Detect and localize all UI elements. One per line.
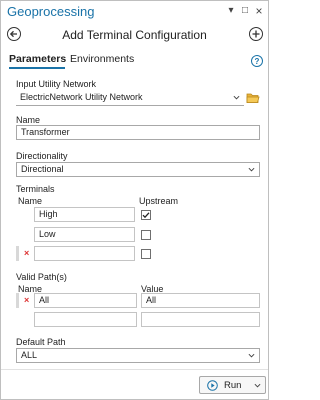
chevron-down-icon — [233, 95, 240, 100]
geoprocessing-pane: Geoprocessing ▾ □ × Add Terminal Configu… — [0, 0, 269, 400]
footer-divider — [1, 369, 268, 370]
terminals-col-name: Name — [18, 196, 43, 206]
run-label: Run — [224, 379, 242, 391]
row-grip — [16, 293, 19, 308]
run-button[interactable]: Run — [199, 376, 266, 394]
terminal-name-input[interactable]: High — [34, 207, 135, 222]
directionality-value: Directional — [21, 164, 64, 174]
name-label: Name — [16, 115, 41, 125]
terminal-upstream-checkbox[interactable] — [141, 249, 151, 259]
terminal-upstream-checkbox[interactable] — [141, 230, 151, 240]
pane-restore-icon[interactable]: □ — [240, 6, 250, 16]
tab-environments[interactable]: Environments — [70, 53, 134, 65]
delete-row-icon[interactable]: × — [24, 296, 29, 305]
valid-path-value-input[interactable] — [141, 312, 260, 327]
browse-folder-icon[interactable] — [246, 92, 260, 104]
tab-parameters[interactable]: Parameters — [9, 53, 66, 65]
pane-close-icon[interactable]: × — [254, 5, 264, 17]
directionality-label: Directionality — [16, 151, 68, 161]
plus-icon — [252, 30, 260, 38]
default-path-value: ALL — [21, 350, 38, 360]
valid-path-name-input[interactable] — [34, 312, 137, 327]
add-to-favorites-button[interactable] — [249, 27, 263, 41]
help-icon[interactable]: ? — [251, 55, 263, 67]
play-icon — [207, 379, 218, 391]
input-network-value: ElectricNetwork Utility Network — [20, 92, 143, 102]
valid-path-value-input[interactable]: All — [141, 293, 260, 308]
name-input[interactable]: Transformer — [16, 125, 260, 140]
checkmark-icon — [142, 212, 150, 219]
input-network-dropdown[interactable]: ElectricNetwork Utility Network — [16, 91, 244, 106]
default-path-dropdown[interactable]: ALL — [16, 348, 260, 363]
pane-options-icon[interactable]: ▾ — [226, 6, 236, 16]
pane-header: Geoprocessing ▾ □ × — [1, 1, 268, 22]
terminals-col-upstream: Upstream — [139, 196, 179, 206]
terminal-upstream-checkbox[interactable] — [141, 210, 151, 220]
row-grip — [16, 246, 19, 261]
terminal-name-input[interactable] — [34, 246, 135, 261]
pane-title: Geoprocessing — [7, 4, 95, 19]
valid-paths-label: Valid Path(s) — [16, 272, 67, 282]
default-path-label: Default Path — [16, 337, 66, 347]
delete-row-icon[interactable]: × — [24, 249, 29, 258]
tool-title-row: Add Terminal Configuration — [1, 25, 268, 45]
chevron-down-icon — [248, 353, 255, 358]
terminal-name-input[interactable]: Low — [34, 227, 135, 242]
chevron-down-icon — [248, 167, 255, 172]
valid-path-name-input[interactable]: All — [34, 293, 137, 308]
input-network-label: Input Utility Network — [16, 79, 97, 89]
chevron-down-icon[interactable] — [254, 382, 261, 389]
terminals-label: Terminals — [16, 184, 55, 194]
active-tab-indicator — [9, 67, 65, 69]
directionality-dropdown[interactable]: Directional — [16, 162, 260, 177]
tool-title: Add Terminal Configuration — [62, 28, 207, 42]
